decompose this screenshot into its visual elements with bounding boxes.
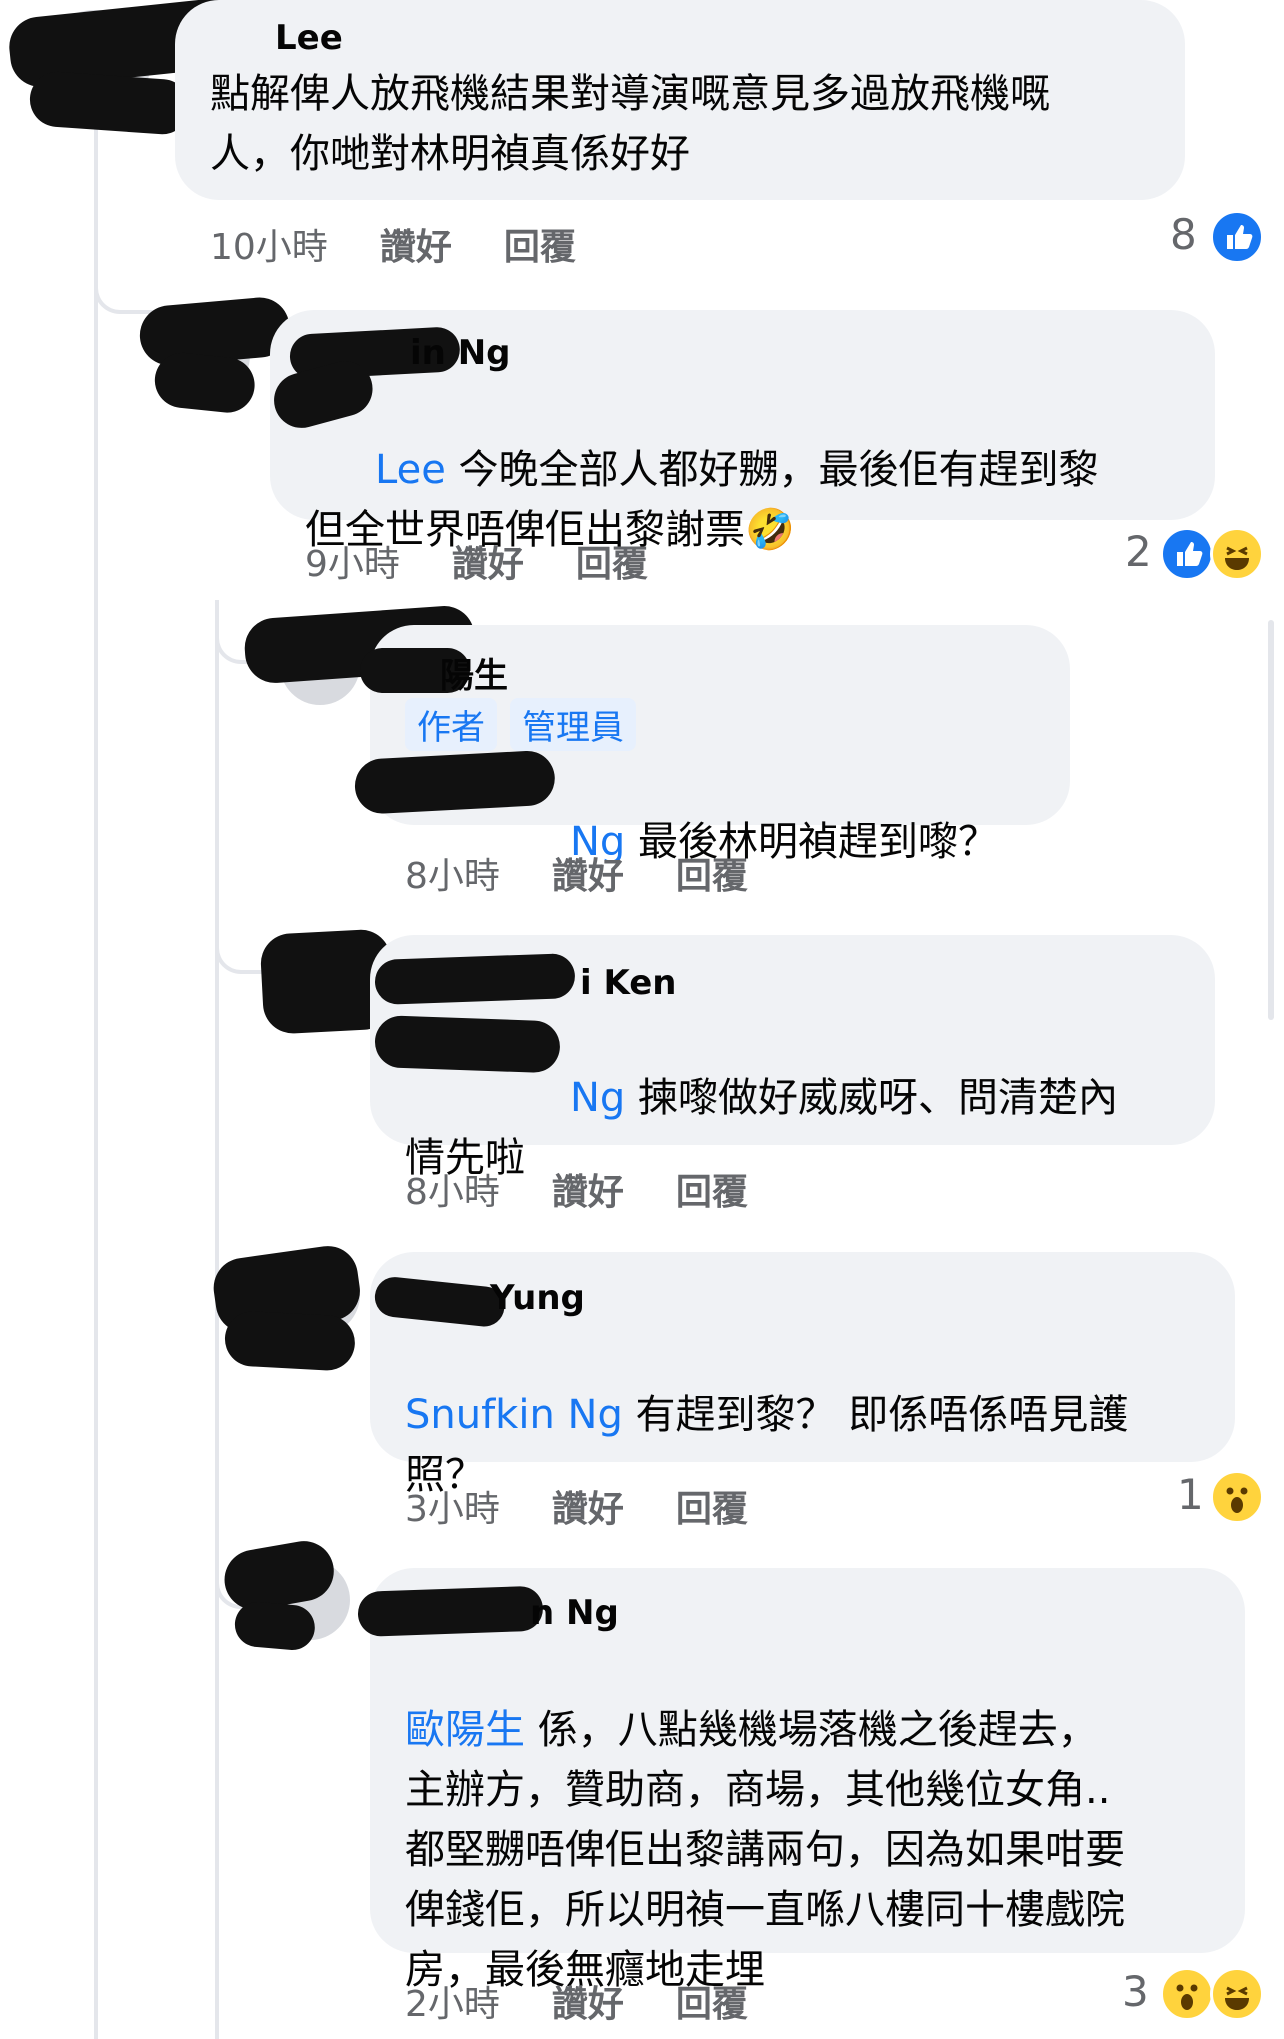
comment-actions: 10小時 讚好 回覆 [210,218,628,270]
author-badge: 作者 [405,698,497,751]
comment-text: Lee 今晚全部人都好嬲，最後佢有趕到黎 但全世界唔俾佢出黎謝票🤣 [305,447,1099,553]
mention-link[interactable]: Lee [375,447,446,493]
comment-time[interactable]: 8小時 [405,1172,500,1213]
like-button[interactable]: 讚好 [380,227,452,268]
haha-icon [1210,527,1264,581]
comment-author[interactable]: Yung [490,1278,585,1318]
haha-icon [1210,1967,1264,2021]
like-button[interactable]: 讚好 [452,544,524,585]
like-button[interactable]: 讚好 [552,1489,624,1530]
comment-text: 歐陽生 係，八點幾機場落機之後趕去， 主辦方，贊助商，商場，其他幾位女角.. 都… [405,1707,1125,1993]
reaction-count[interactable]: 3 [1122,1967,1149,2016]
rofl-emoji: 🤣 [745,507,795,553]
scrollbar[interactable] [1268,620,1274,1020]
comment-author[interactable]: Lee [275,18,343,58]
admin-badge: 管理員 [510,698,636,751]
reply-button[interactable]: 回覆 [676,1489,748,1530]
comment-time[interactable]: 2小時 [405,1984,500,2025]
comment-text: Ng 揀嚟做好威威呀、問清楚內 情先啦 [405,1075,1119,1181]
redaction-mark [223,1310,357,1372]
like-button[interactable]: 讚好 [552,1172,624,1213]
mention-link[interactable]: 歐陽生 [405,1707,525,1753]
wow-icon [1210,1470,1264,1524]
reaction-count[interactable]: 1 [1177,1470,1204,1519]
reply-button[interactable]: 回覆 [676,856,748,897]
redaction-mark [374,953,576,1005]
reply-button[interactable]: 回覆 [504,227,576,268]
mention-link[interactable]: Ng [570,1075,625,1121]
comment-actions: 3小時 讚好 回覆 [405,1480,800,1532]
thread-line-main [94,110,98,2039]
redaction-mark [28,70,192,137]
reply-button[interactable]: 回覆 [676,1172,748,1213]
comment-text: Snufkin Ng 有趕到黎？ 即係唔係唔見護 照？ [405,1392,1129,1498]
comment-actions: 9小時 讚好 回覆 [305,535,700,587]
comment-actions: 8小時 讚好 回覆 [405,1163,800,1215]
comment-author[interactable]: n Ng [530,1593,619,1633]
reaction-count[interactable]: 8 [1170,210,1197,259]
redaction-mark [233,1600,317,1652]
wow-icon [1160,1967,1214,2021]
comment-author[interactable]: i Ken [580,963,677,1003]
like-button[interactable]: 讚好 [552,1984,624,2025]
reaction-count[interactable]: 2 [1125,527,1152,576]
comment-time[interactable]: 8小時 [405,856,500,897]
redaction-mark [357,1585,544,1637]
thread-line-sub [215,600,219,2039]
comment-time[interactable]: 10小時 [210,227,328,268]
comment-actions: 2小時 讚好 回覆 [405,1975,800,2027]
comment-actions: 8小時 讚好 回覆 [405,847,800,899]
reply-button[interactable]: 回覆 [576,544,648,585]
comment-author[interactable]: in Ng [410,333,511,373]
comment-time[interactable]: 3小時 [405,1489,500,1530]
like-icon [1160,527,1214,581]
comment-author[interactable]: 陽生 [440,648,508,697]
like-button[interactable]: 讚好 [552,856,624,897]
thread-connector [94,250,158,314]
like-icon [1210,210,1264,264]
comment-time[interactable]: 9小時 [305,544,400,585]
mention-link[interactable]: Snufkin Ng [405,1392,623,1438]
reply-button[interactable]: 回覆 [676,1984,748,2025]
comment-text: 點解俾人放飛機結果對導演嘅意見多過放飛機嘅 人，你哋對林明禎真係好好 [210,71,1050,177]
